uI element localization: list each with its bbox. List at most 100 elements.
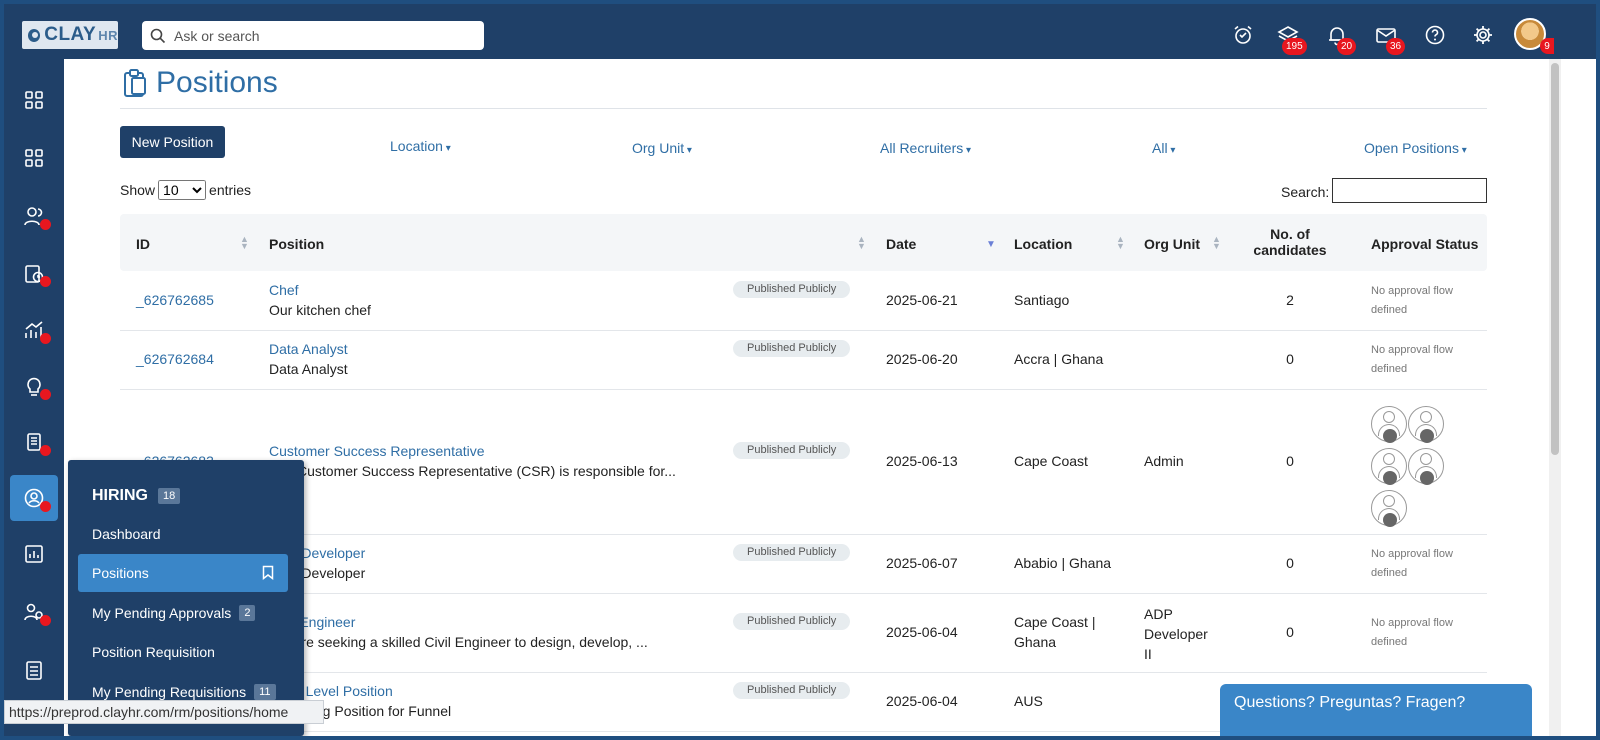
hiring-menu-label: Positions	[92, 565, 149, 581]
approver-avatar-icon[interactable]	[1408, 406, 1444, 443]
status-badge: Published Publicly	[733, 612, 851, 630]
candidate-count: 0	[1286, 623, 1294, 640]
location-filter[interactable]: Location	[390, 138, 451, 154]
candidate-count: 0	[1286, 350, 1294, 367]
position-id-link[interactable]: _626762684	[136, 351, 214, 367]
table-search-input[interactable]	[1332, 178, 1487, 203]
candidate-count: 0	[1286, 554, 1294, 571]
notification-dot	[40, 219, 51, 230]
sort-desc-icon[interactable]: ▼	[986, 240, 996, 250]
hiring-menu-label: My Pending Approvals	[92, 605, 232, 621]
position-date: 2025-06-04	[886, 692, 958, 709]
row-divider	[120, 593, 1487, 594]
sidebar-item-user-circle[interactable]	[10, 475, 58, 521]
approver-avatar-icon[interactable]	[1408, 448, 1444, 485]
position-org-unit: Admin	[1144, 452, 1184, 469]
hiring-item-count: 2	[239, 605, 256, 621]
position-id-link[interactable]: _626762685	[136, 292, 214, 308]
header-approval-status[interactable]: Approval Status	[1371, 236, 1478, 252]
status-badge: Published Publicly	[733, 280, 851, 298]
show-entries: Show 10 entries	[120, 180, 251, 200]
alarm-clock-icon[interactable]	[1230, 22, 1256, 48]
position-location: Cape Coast |	[1014, 613, 1096, 630]
table-header: ID ▲ ▼ Position ▲ ▼ Date ▼ Location ▲ ▼ Org…	[120, 214, 1487, 271]
chat-help-button[interactable]: Questions? Preguntas? Fragen?	[1220, 684, 1532, 736]
header-date[interactable]: Date	[886, 236, 916, 252]
hiring-menu: HIRING 18 Dashboard Positions My Pending A…	[68, 460, 304, 736]
logo-mark-icon	[28, 28, 41, 42]
approver-avatar-icon[interactable]	[1371, 448, 1407, 485]
approver-avatar-icon[interactable]	[1371, 406, 1407, 443]
header-id[interactable]: ID	[136, 236, 150, 252]
logo-suffix: HR	[98, 27, 118, 43]
status-badge: Published Publicly	[733, 543, 851, 561]
grid-icon	[25, 91, 43, 109]
avatar-badge: 9	[1540, 38, 1554, 54]
position-title-link[interactable]: Data Analyst	[269, 341, 348, 357]
entries-select[interactable]: 10	[158, 180, 207, 200]
sort-icon[interactable]: ▲ ▼	[240, 235, 249, 251]
notification-dot	[40, 389, 51, 400]
approver-avatar-icon[interactable]	[1371, 490, 1407, 527]
search-input[interactable]	[174, 27, 464, 44]
checklist-icon	[26, 661, 42, 680]
sidebar-item-grid[interactable]	[10, 135, 58, 181]
notification-dot	[40, 445, 51, 456]
header-candidates[interactable]: No. of candidates	[1252, 226, 1328, 258]
gear-icon[interactable]	[1470, 22, 1496, 48]
hiring-menu-item[interactable]: Position Requisition	[78, 633, 288, 671]
clayhr-logo[interactable]: CLAY HR	[22, 21, 118, 49]
recruiters-filter[interactable]: All Recruiters	[880, 140, 971, 156]
header-position[interactable]: Position	[269, 236, 324, 252]
entries-label: entries	[209, 182, 252, 198]
position-location: Cape Coast	[1014, 452, 1088, 469]
position-location-line2: Ghana	[1014, 633, 1057, 650]
status-bar-url: https://preprod.clayhr.com/rm/positions/…	[4, 700, 324, 724]
row-divider	[120, 330, 1487, 331]
hiring-menu-item[interactable]: My Pending Approvals 2	[78, 594, 288, 632]
sidebar-item-lightbulb[interactable]	[10, 363, 58, 409]
new-position-button[interactable]: New Position	[120, 126, 225, 158]
all-filter[interactable]: All	[1152, 140, 1175, 156]
position-location: Ababio | Ghana	[1014, 554, 1112, 571]
notification-dot	[40, 333, 51, 344]
position-title-link[interactable]: Chef	[269, 282, 299, 298]
sidebar-item-grid[interactable]	[10, 77, 58, 123]
hiring-menu-item[interactable]: Dashboard	[78, 515, 288, 553]
sidebar-item-report[interactable]	[10, 531, 58, 577]
status-badge: Published Publicly	[733, 681, 851, 699]
sidebar-item-people-gear[interactable]	[10, 589, 58, 635]
header-org-unit[interactable]: Org Unit	[1144, 236, 1200, 252]
page-scrollbar[interactable]	[1549, 59, 1561, 736]
open-positions-filter[interactable]: Open Positions	[1364, 140, 1467, 156]
hiring-menu-item[interactable]: Positions	[78, 554, 288, 592]
sidebar-item-clipboard-clock[interactable]	[10, 250, 58, 296]
org-unit-filter[interactable]: Org Unit	[632, 140, 692, 156]
hiring-count-badge: 18	[158, 488, 181, 504]
position-title-link[interactable]: Customer Success Representative	[269, 443, 485, 459]
grid-icon	[25, 149, 43, 167]
approval-status: No approval flow defined	[1371, 547, 1453, 579]
help-icon[interactable]	[1422, 22, 1448, 48]
search-icon	[150, 28, 166, 43]
page-title-text: Positions	[156, 66, 278, 99]
scroll-thumb[interactable]	[1551, 63, 1559, 455]
sidebar-item-people[interactable]	[10, 193, 58, 239]
candidate-count: 2	[1286, 291, 1294, 308]
hiring-menu-title: HIRING 18	[92, 487, 181, 505]
sort-icon[interactable]: ▲ ▼	[1212, 235, 1221, 251]
sidebar-item-documents[interactable]	[10, 419, 58, 465]
position-date: 2025-06-20	[886, 350, 958, 367]
hiring-item-count: 11	[254, 684, 276, 700]
global-search[interactable]	[142, 21, 484, 50]
header-location[interactable]: Location	[1014, 236, 1072, 252]
position-description: The Customer Success Representative (CSR…	[269, 462, 676, 479]
sidebar-item-chart-up[interactable]	[10, 307, 58, 353]
sort-icon[interactable]: ▲ ▼	[1116, 235, 1125, 251]
table-search-label: Search:	[1281, 184, 1330, 200]
sidebar-item-checklist[interactable]	[10, 647, 58, 693]
bookmark-icon[interactable]	[262, 565, 274, 580]
sort-icon[interactable]: ▲ ▼	[857, 235, 866, 251]
position-location: Accra | Ghana	[1014, 350, 1104, 367]
approval-status: No approval flow defined	[1371, 284, 1453, 316]
